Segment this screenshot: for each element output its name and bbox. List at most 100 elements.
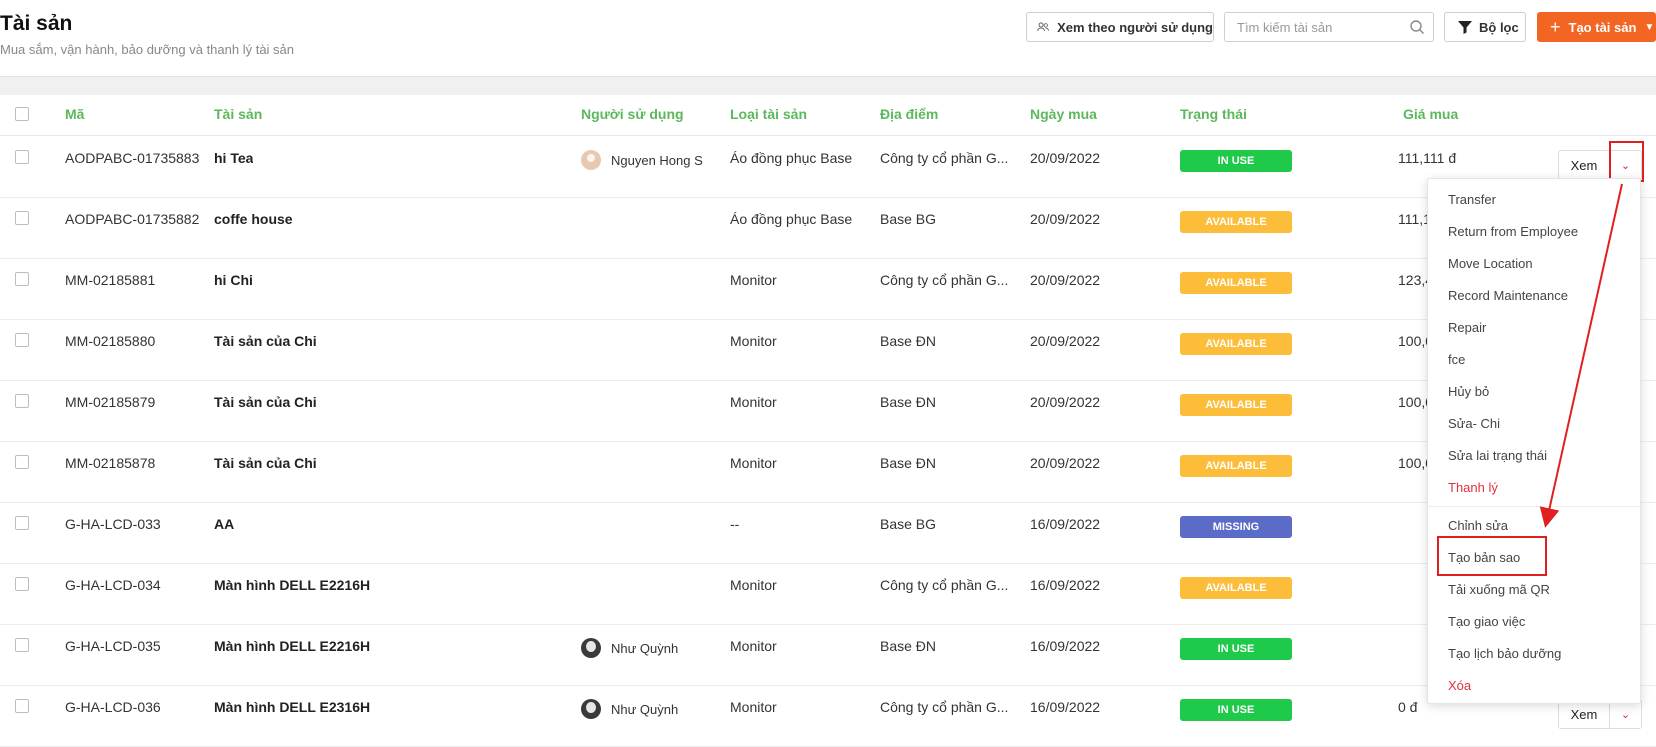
filter-label: Bộ lọc	[1479, 19, 1519, 35]
asset-type: Monitor	[730, 333, 777, 349]
asset-name[interactable]: AA	[214, 516, 234, 532]
menu-item[interactable]: Return from Employee	[1448, 224, 1578, 239]
asset-name[interactable]: hi Chi	[214, 272, 253, 288]
table-row[interactable]: AODPABC-01735882 coffe house Áo đồng phục …	[0, 197, 1656, 259]
column-header-purchase-date[interactable]: Ngày mua	[1030, 106, 1097, 122]
table-row[interactable]: MM-02185880 Tài sản của Chi Monitor Base ĐN…	[0, 319, 1656, 381]
search-input[interactable]: Tìm kiếm tài sản	[1224, 12, 1434, 42]
status-badge: MISSING	[1180, 516, 1292, 538]
table-row[interactable]: G-HA-LCD-036 Màn hình DELL E2316H Như Quỳn…	[0, 685, 1656, 747]
caret-down-icon[interactable]: ▼	[1644, 22, 1654, 33]
purchase-date: 20/09/2022	[1030, 394, 1101, 410]
row-checkbox[interactable]	[15, 211, 29, 225]
asset-code: G-HA-LCD-035	[65, 638, 161, 654]
table-row[interactable]: MM-02185881 hi Chi Monitor Công ty cổ phần …	[0, 258, 1656, 320]
table-row[interactable]: G-HA-LCD-033 AA -- Base BG 16/09/2022 MISSING	[0, 502, 1656, 564]
user-cell: Như Quỳnh	[581, 638, 678, 658]
column-header-code[interactable]: Mã	[65, 106, 84, 122]
asset-location: Công ty cổ phần G...	[880, 699, 1009, 715]
avatar	[581, 150, 601, 170]
page-subtitle: Mua sắm, vận hành, bảo dưỡng và thanh lý…	[0, 42, 295, 57]
toolbar-separator	[0, 76, 1656, 95]
asset-name[interactable]: Tài sản của Chi	[214, 333, 317, 349]
row-checkbox[interactable]	[15, 455, 29, 469]
row-checkbox[interactable]	[15, 394, 29, 408]
column-header-type[interactable]: Loại tài sản	[730, 106, 807, 122]
status-badge: AVAILABLE	[1180, 333, 1292, 355]
asset-code: MM-02185881	[65, 272, 156, 288]
search-placeholder: Tìm kiếm tài sản	[1237, 19, 1333, 35]
menu-item[interactable]: Tạo lịch bảo dưỡng	[1448, 646, 1561, 661]
asset-code: G-HA-LCD-033	[65, 516, 161, 532]
row-checkbox[interactable]	[15, 638, 29, 652]
column-header-user[interactable]: Người sử dụng	[581, 106, 684, 122]
purchase-date: 16/09/2022	[1030, 699, 1101, 715]
asset-type: --	[730, 516, 740, 532]
asset-location: Base BG	[880, 211, 937, 227]
asset-code: G-HA-LCD-034	[65, 577, 161, 593]
asset-location: Công ty cổ phần G...	[880, 272, 1009, 288]
asset-location: Base ĐN	[880, 638, 937, 654]
menu-item[interactable]: Hủy bỏ	[1448, 384, 1489, 399]
select-all-checkbox[interactable]	[15, 107, 29, 121]
duplicate-highlight	[1437, 536, 1547, 576]
menu-item[interactable]: Chỉnh sửa	[1448, 518, 1508, 533]
user-name: Như Quỳnh	[611, 640, 679, 656]
column-header-asset[interactable]: Tài sản	[214, 106, 262, 122]
status-badge: IN USE	[1180, 638, 1292, 660]
asset-type: Monitor	[730, 455, 777, 471]
menu-item[interactable]: Sửa- Chi	[1448, 416, 1500, 431]
menu-item[interactable]: Tải xuống mã QR	[1448, 582, 1550, 597]
row-checkbox[interactable]	[15, 577, 29, 591]
view-by-user-button[interactable]: Xem theo người sử dụng	[1026, 12, 1214, 42]
purchase-date: 20/09/2022	[1030, 455, 1101, 471]
asset-code: MM-02185879	[65, 394, 156, 410]
row-checkbox[interactable]	[15, 516, 29, 530]
asset-name[interactable]: Màn hình DELL E2216H	[214, 638, 370, 654]
asset-code: MM-02185880	[65, 333, 156, 349]
asset-name[interactable]: Màn hình DELL E2316H	[214, 699, 370, 715]
status-badge: AVAILABLE	[1180, 394, 1292, 416]
create-asset-button[interactable]: + Tạo tài sản ▼	[1537, 12, 1656, 42]
menu-item[interactable]: fce	[1448, 352, 1465, 367]
asset-name[interactable]: hi Tea	[214, 150, 253, 166]
column-header-price[interactable]: Giá mua	[1403, 106, 1458, 122]
asset-type: Áo đồng phục Base	[730, 211, 853, 227]
menu-item[interactable]: Xóa	[1448, 678, 1471, 693]
row-checkbox[interactable]	[15, 272, 29, 286]
table-row[interactable]: MM-02185879 Tài sản của Chi Monitor Base ĐN…	[0, 380, 1656, 442]
row-checkbox[interactable]	[15, 333, 29, 347]
table-row[interactable]: G-HA-LCD-034 Màn hình DELL E2216H Monitor C…	[0, 563, 1656, 625]
table-row[interactable]: G-HA-LCD-035 Màn hình DELL E2216H Như Quỳn…	[0, 624, 1656, 686]
status-badge: AVAILABLE	[1180, 272, 1292, 294]
status-badge: IN USE	[1180, 699, 1292, 721]
column-header-location[interactable]: Địa điểm	[880, 106, 938, 122]
search-icon	[1410, 20, 1424, 34]
asset-type: Monitor	[730, 394, 777, 410]
asset-name[interactable]: Màn hình DELL E2216H	[214, 577, 370, 593]
status-badge: AVAILABLE	[1180, 455, 1292, 477]
purchase-date: 16/09/2022	[1030, 577, 1101, 593]
menu-item[interactable]: Move Location	[1448, 256, 1533, 271]
filter-icon	[1458, 21, 1472, 34]
menu-item[interactable]: Tạo giao việc	[1448, 614, 1525, 629]
asset-name[interactable]: Tài sản của Chi	[214, 455, 317, 471]
row-checkbox[interactable]	[15, 150, 29, 164]
menu-item[interactable]: Thanh lý	[1448, 480, 1498, 495]
filter-button[interactable]: Bộ lọc	[1444, 12, 1526, 42]
menu-item[interactable]: Sửa lai trạng thái	[1448, 448, 1547, 463]
asset-name[interactable]: coffe house	[214, 211, 293, 227]
column-header-status[interactable]: Trạng thái	[1180, 106, 1247, 122]
row-checkbox[interactable]	[15, 699, 29, 713]
view-button[interactable]: Xem	[1558, 150, 1610, 180]
table-row[interactable]: AODPABC-01735883 hi Tea Nguyen Hong S Áo đồ…	[0, 136, 1656, 198]
asset-name[interactable]: Tài sản của Chi	[214, 394, 317, 410]
create-asset-label: Tạo tài sản	[1568, 19, 1637, 35]
table-row[interactable]: MM-02185878 Tài sản của Chi Monitor Base ĐN…	[0, 441, 1656, 503]
menu-item[interactable]: Record Maintenance	[1448, 288, 1568, 303]
menu-item[interactable]: Transfer	[1448, 192, 1496, 207]
page-title: Tài sản	[0, 12, 73, 35]
asset-type: Áo đồng phục Base	[730, 150, 853, 166]
purchase-date: 16/09/2022	[1030, 516, 1101, 532]
menu-item[interactable]: Repair	[1448, 320, 1486, 335]
